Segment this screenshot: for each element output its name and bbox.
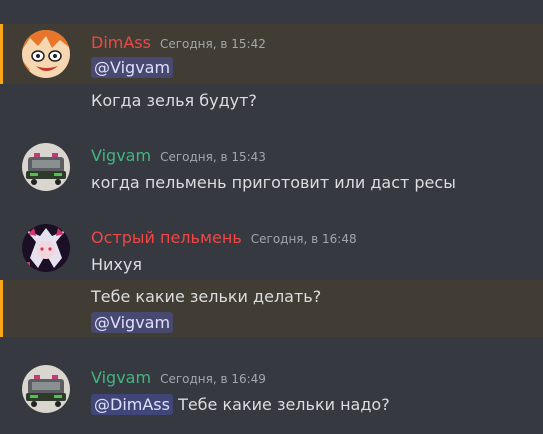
car-icon: [22, 143, 70, 191]
message-header: Vigvam Сегодня, в 15:43: [91, 146, 266, 165]
message-content: Тебе какие зельки делать?: [91, 287, 321, 306]
message-header: Острый пельмень Сегодня, в 16:48: [91, 228, 357, 247]
message-content: Нихуя: [91, 255, 142, 274]
message-highlight: [0, 24, 543, 84]
message-content: @DimAss Тебе какие зельки надо?: [91, 394, 390, 415]
message-header: DimAss Сегодня, в 15:42: [91, 33, 266, 52]
message-text: когда пельмень приготовит или даст ресы: [91, 173, 456, 192]
mention[interactable]: @Vigvam: [91, 57, 174, 78]
message-text: Когда зелья будут?: [91, 91, 257, 110]
username[interactable]: Vigvam: [91, 146, 151, 165]
message-content: Когда зелья будут?: [91, 91, 257, 110]
mention[interactable]: @Vigvam: [91, 312, 174, 333]
timestamp[interactable]: Сегодня, в 15:42: [160, 37, 266, 51]
anime-girl-icon: [22, 224, 70, 272]
avatar-vigvam[interactable]: [22, 143, 70, 191]
username[interactable]: Острый пельмень: [91, 228, 242, 247]
username[interactable]: Vigvam: [91, 368, 151, 387]
car-icon: [22, 365, 70, 413]
message-content: когда пельмень приготовит или даст ресы: [91, 173, 456, 192]
avatar-ostryy-pelmen[interactable]: [22, 224, 70, 272]
chat-messages: DimAss Сегодня, в 15:42 @Vigvam Когда зе…: [0, 0, 543, 434]
mention[interactable]: @DimAss: [91, 394, 173, 415]
message-text: Тебе какие зельки надо?: [178, 395, 390, 414]
username[interactable]: DimAss: [91, 33, 151, 52]
timestamp[interactable]: Сегодня, в 16:49: [160, 372, 266, 386]
message-text: Тебе какие зельки делать?: [91, 287, 322, 306]
message-text: Нихуя: [91, 255, 142, 274]
message-header: Vigvam Сегодня, в 16:49: [91, 368, 266, 387]
timestamp[interactable]: Сегодня, в 15:43: [160, 150, 266, 164]
timestamp[interactable]: Сегодня, в 16:48: [251, 232, 357, 246]
anime-face-icon: [22, 30, 70, 78]
message-content: @Vigvam: [91, 57, 174, 78]
avatar-vigvam[interactable]: [22, 365, 70, 413]
avatar-dimass[interactable]: [22, 30, 70, 78]
message-content: @Vigvam: [91, 312, 174, 333]
